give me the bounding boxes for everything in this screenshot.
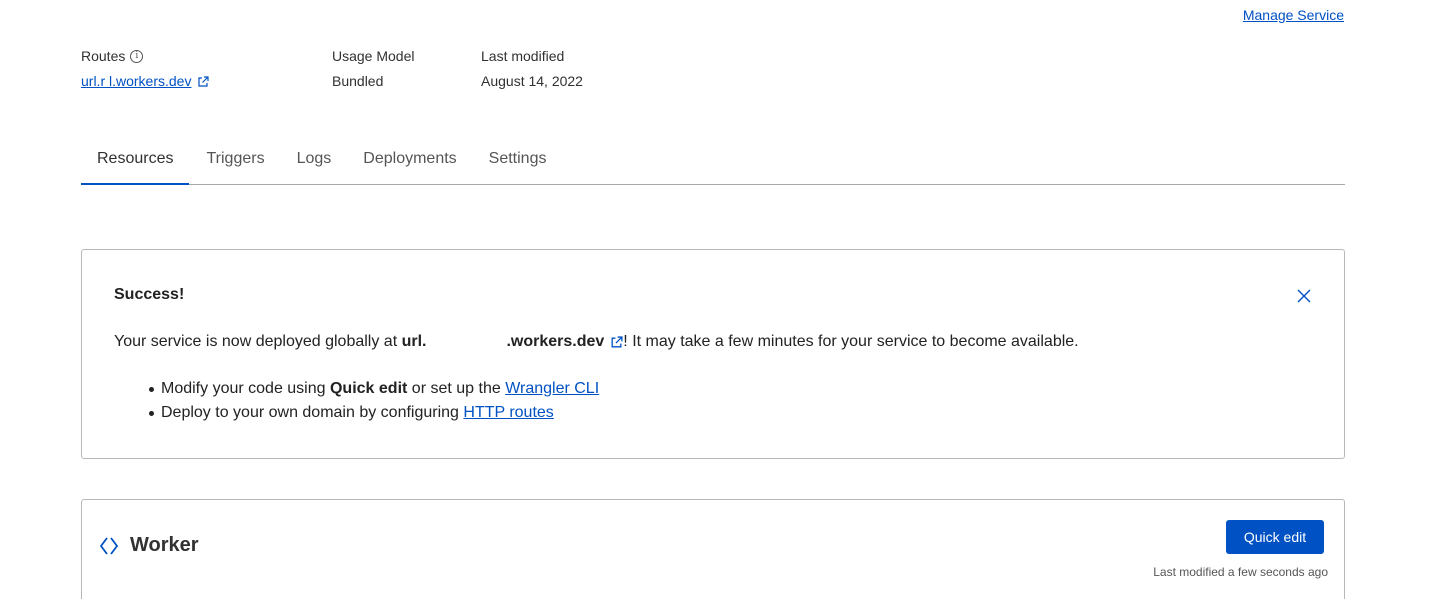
tab-deployments[interactable]: Deployments <box>347 140 472 184</box>
tab-logs[interactable]: Logs <box>281 140 348 184</box>
alert-msg-suffix: ! It may take a few minutes for your ser… <box>623 333 1079 350</box>
worker-last-modified: Last modified a few seconds ago <box>1153 565 1328 579</box>
modified-column: Last modified August 14, 2022 <box>481 44 583 94</box>
http-routes-link[interactable]: HTTP routes <box>463 404 553 421</box>
manage-service-link[interactable]: Manage Service <box>1243 7 1344 23</box>
close-icon[interactable] <box>1296 288 1312 304</box>
bullet-text: or set up the <box>407 380 506 397</box>
worker-icon <box>100 536 119 555</box>
alert-url-a: url. <box>401 333 427 350</box>
bullet-text: Deploy to your own domain by configuring <box>161 404 464 421</box>
tab-resources[interactable]: Resources <box>81 140 190 185</box>
routes-column: Routes i url.r l.workers.dev <box>81 44 332 94</box>
alert-msg-prefix: Your service is now deployed globally at <box>114 333 402 350</box>
worker-title: Worker <box>130 534 199 556</box>
tab-triggers[interactable]: Triggers <box>189 140 280 184</box>
quick-edit-text: Quick edit <box>329 380 408 397</box>
quick-edit-button[interactable]: Quick edit <box>1226 520 1324 554</box>
alert-title: Success! <box>114 286 185 303</box>
alert-bullets: Modify your code using Quick edit or set… <box>114 377 1312 425</box>
wrangler-cli-link[interactable]: Wrangler CLI <box>505 380 599 397</box>
alert-message: Your service is now deployed globally at… <box>114 333 1312 351</box>
external-link-icon[interactable] <box>197 75 210 88</box>
routes-label: Routes <box>81 48 126 64</box>
list-item: Deploy to your own domain by configuring… <box>114 401 1312 425</box>
tab-settings[interactable]: Settings <box>473 140 563 184</box>
route-link[interactable]: url.r l.workers.dev <box>81 69 191 94</box>
success-alert: Success! Your service is now deployed gl… <box>81 249 1345 459</box>
usage-column: Usage Model Bundled <box>332 44 481 94</box>
alert-url-b: .workers.dev <box>506 333 605 350</box>
page: Manage Service Routes i url.r l.workers.… <box>0 0 1443 599</box>
usage-label: Usage Model <box>332 48 415 64</box>
info-icon[interactable]: i <box>130 50 144 63</box>
modified-value: August 14, 2022 <box>481 73 583 89</box>
service-meta: Routes i url.r l.workers.dev Usage Model… <box>81 44 583 94</box>
external-link-icon[interactable] <box>610 335 623 349</box>
list-item: Modify your code using Quick edit or set… <box>114 377 1312 401</box>
usage-value: Bundled <box>332 73 384 89</box>
tab-bar: Resources Triggers Logs Deployments Sett… <box>81 140 1345 185</box>
modified-label: Last modified <box>481 48 565 64</box>
bullet-text: Modify your code using <box>161 380 330 397</box>
worker-panel: Worker Quick edit Last modified a few se… <box>81 499 1345 599</box>
